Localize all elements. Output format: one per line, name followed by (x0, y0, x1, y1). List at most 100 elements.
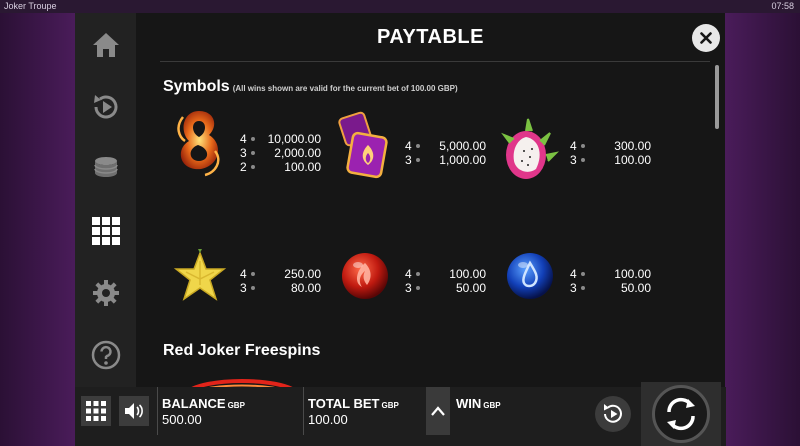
balance-currency: GBP (227, 401, 245, 410)
pay-dot (251, 272, 255, 276)
golden-eight-icon (177, 111, 220, 177)
win-currency: GBP (483, 401, 501, 410)
paytable-scrollbar[interactable] (715, 65, 719, 129)
pay-row: 2 100.00 (240, 160, 321, 174)
close-button[interactable] (692, 24, 720, 52)
menu-grid-button[interactable] (81, 396, 111, 426)
pay-count: 3 (405, 281, 412, 295)
pay-amount: 100.00 (449, 267, 486, 281)
sidebar-item-paytable[interactable] (75, 201, 136, 261)
pay-row: 3 1,000.00 (405, 153, 486, 167)
background-curtain-right (725, 13, 800, 446)
pay-count: 3 (240, 281, 247, 295)
star-fruit-icon (173, 249, 227, 301)
sidebar-item-coins[interactable] (75, 137, 136, 197)
symbol-purple-dice (332, 111, 392, 179)
autoplay-icon (604, 404, 622, 423)
balance-label: BALANCE GBP (162, 396, 245, 411)
pay-count: 4 (405, 139, 412, 153)
win-label: WIN GBP (456, 396, 501, 411)
symbol-red-fire-orb (340, 251, 400, 311)
sidebar-item-replay[interactable] (75, 77, 136, 137)
total-bet-label: TOTAL BET GBP (308, 396, 399, 411)
sidebar (75, 13, 136, 387)
replay-icon (93, 95, 117, 119)
blue-water-orb-icon (507, 253, 553, 299)
symbol-dragon-fruit (500, 118, 560, 181)
pay-amount: 100.00 (614, 153, 651, 167)
spin-button[interactable] (641, 382, 721, 446)
speaker-icon (125, 403, 143, 419)
home-icon (92, 33, 119, 57)
red-joker-ring-icon (191, 379, 293, 387)
pay-row: 4 5,000.00 (405, 139, 486, 153)
pay-amount: 80.00 (290, 281, 321, 295)
header-divider (160, 61, 710, 62)
paytable-grid-icon (91, 217, 120, 245)
pay-count: 3 (570, 153, 577, 167)
pay-count: 4 (570, 267, 577, 281)
bar-divider (157, 387, 158, 435)
pay-amount: 50.00 (455, 281, 486, 295)
settings-icon (92, 280, 119, 306)
sidebar-item-settings[interactable] (75, 263, 136, 323)
paytable-panel: PAYTABLE Symbols (All wins shown are vali… (136, 13, 725, 387)
purple-dice-icon (338, 111, 388, 179)
coins-icon (93, 157, 118, 177)
pay-dot (416, 272, 420, 276)
paytable-pays: 4 10,000.00 3 2,000.00 2 100.00 (240, 132, 321, 174)
pay-row: 3 50.00 (405, 281, 486, 295)
paytable-pays: 4 100.00 3 50.00 (570, 267, 651, 295)
dragon-fruit-icon (501, 118, 560, 179)
symbol-blue-water-orb (505, 251, 565, 311)
win-label-text: WIN (456, 396, 482, 411)
sound-button[interactable] (119, 396, 149, 426)
window-title: Joker Troupe (4, 1, 57, 11)
symbol-golden-eight (169, 111, 229, 177)
freespins-heading: Red Joker Freespins (163, 342, 321, 359)
pay-dot (251, 286, 255, 290)
close-icon (700, 32, 712, 44)
paytable-title: PAYTABLE (377, 26, 484, 48)
pay-row: 3 50.00 (570, 281, 651, 295)
total-bet-value: 100.00 (308, 412, 348, 427)
symbol-star-fruit (172, 249, 232, 309)
autoplay-button[interactable] (595, 396, 631, 432)
paytable-pays: 4 250.00 3 80.00 (240, 267, 321, 295)
pay-amount: 300.00 (614, 139, 651, 153)
grid-icon (86, 401, 106, 421)
pay-dot (416, 286, 420, 290)
pay-row: 3 2,000.00 (240, 146, 321, 160)
pay-dot (251, 165, 255, 169)
window-titlebar: Joker Troupe 07:58 (0, 0, 800, 13)
pay-row: 3 100.00 (570, 153, 651, 167)
clock: 07:58 (771, 1, 794, 11)
paytable-pays: 4 5,000.00 3 1,000.00 (405, 139, 486, 167)
pay-amount: 100.00 (614, 267, 651, 281)
spin-circle (652, 385, 710, 443)
sidebar-item-home[interactable] (75, 15, 136, 75)
pay-amount: 100.00 (284, 160, 321, 174)
balance-label-text: BALANCE (162, 396, 226, 411)
pay-dot (251, 137, 255, 141)
paytable-pays: 4 300.00 3 100.00 (570, 139, 651, 167)
bar-divider (303, 387, 304, 435)
symbols-heading: Symbols (All wins shown are valid for the… (163, 78, 458, 96)
pay-row: 3 80.00 (240, 281, 321, 295)
pay-count: 3 (240, 146, 247, 160)
pay-amount: 5,000.00 (439, 139, 486, 153)
symbols-note: (All wins shown are valid for the curren… (232, 84, 458, 93)
pay-amount: 10,000.00 (267, 132, 321, 146)
pay-row: 4 100.00 (570, 267, 651, 281)
pay-amount: 1,000.00 (439, 153, 486, 167)
background-curtain-left (0, 13, 75, 446)
pay-amount: 50.00 (620, 281, 651, 295)
help-icon (91, 340, 120, 370)
pay-dot (581, 144, 585, 148)
pay-row: 4 10,000.00 (240, 132, 321, 146)
total-bet-currency: GBP (381, 401, 399, 410)
bet-up-button[interactable] (426, 387, 450, 435)
pay-row: 4 100.00 (405, 267, 486, 281)
chevron-up-icon (431, 406, 445, 416)
sidebar-item-help[interactable] (75, 325, 136, 385)
